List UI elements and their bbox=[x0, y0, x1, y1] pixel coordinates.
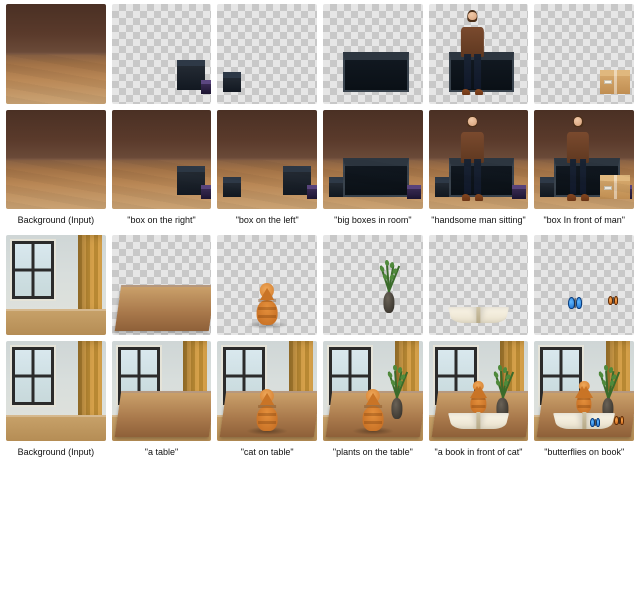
scene-b-step-3-element bbox=[323, 235, 423, 335]
caption-b-5: "butterflies on book" bbox=[534, 447, 634, 457]
scene-a-step-2-element bbox=[217, 4, 317, 104]
scene-a-step-4-element bbox=[429, 4, 529, 104]
scene-a-step-3-element bbox=[323, 4, 423, 104]
scene-a-row-elements bbox=[6, 4, 634, 104]
scene-a-step-2-composite bbox=[217, 110, 317, 210]
scene-b-step-2-composite bbox=[217, 341, 317, 441]
scene-b-row-elements bbox=[6, 235, 634, 335]
caption-a-5: "box In front of man" bbox=[534, 215, 634, 225]
scene-a-input bbox=[6, 4, 106, 104]
caption-a-3: "big boxes in room" bbox=[323, 215, 423, 225]
caption-a-1: "box on the right" bbox=[112, 215, 212, 225]
scene-b-input-dup bbox=[6, 341, 106, 441]
scene-b-step-5-composite bbox=[534, 341, 634, 441]
caption-b-2: "cat on table" bbox=[217, 447, 317, 457]
scene-b-input bbox=[6, 235, 106, 335]
scene-b-step-3-composite bbox=[323, 341, 423, 441]
scene-b-step-5-element bbox=[534, 235, 634, 335]
scene-a-step-1-element bbox=[112, 4, 212, 104]
caption-a-2: "box on the left" bbox=[217, 215, 317, 225]
caption-b-4: "a book in front of cat" bbox=[429, 447, 529, 457]
caption-b-3: "plants on the table" bbox=[323, 447, 423, 457]
scene-a-step-4-composite bbox=[429, 110, 529, 210]
scene-a-row-composite bbox=[6, 110, 634, 210]
scene-a-step-5-composite bbox=[534, 110, 634, 210]
book-icon bbox=[450, 305, 508, 325]
iterative-generation-figure: Background (Input) "box on the right" "b… bbox=[0, 0, 640, 471]
plant-icon bbox=[379, 257, 399, 313]
scene-a-captions: Background (Input) "box on the right" "b… bbox=[6, 215, 634, 225]
caption-input-b: Background (Input) bbox=[6, 447, 106, 457]
caption-b-1: "a table" bbox=[112, 447, 212, 457]
scene-a-step-3-composite bbox=[323, 110, 423, 210]
scene-b-step-4-composite bbox=[429, 341, 529, 441]
scene-a-step-5-element bbox=[534, 4, 634, 104]
caption-input-a: Background (Input) bbox=[6, 215, 106, 225]
scene-b-step-4-element bbox=[429, 235, 529, 335]
scene-b-step-2-element bbox=[217, 235, 317, 335]
scene-b-captions: Background (Input) "a table" "cat on tab… bbox=[6, 447, 634, 457]
scene-a-step-1-composite bbox=[112, 110, 212, 210]
cat-icon bbox=[252, 283, 282, 325]
caption-a-4: "handsome man sitting" bbox=[429, 215, 529, 225]
scene-b-step-1-composite bbox=[112, 341, 212, 441]
scene-a-input-dup bbox=[6, 110, 106, 210]
scene-b-step-1-element bbox=[112, 235, 212, 335]
scene-b-row-composite bbox=[6, 341, 634, 441]
man-icon bbox=[457, 10, 489, 94]
